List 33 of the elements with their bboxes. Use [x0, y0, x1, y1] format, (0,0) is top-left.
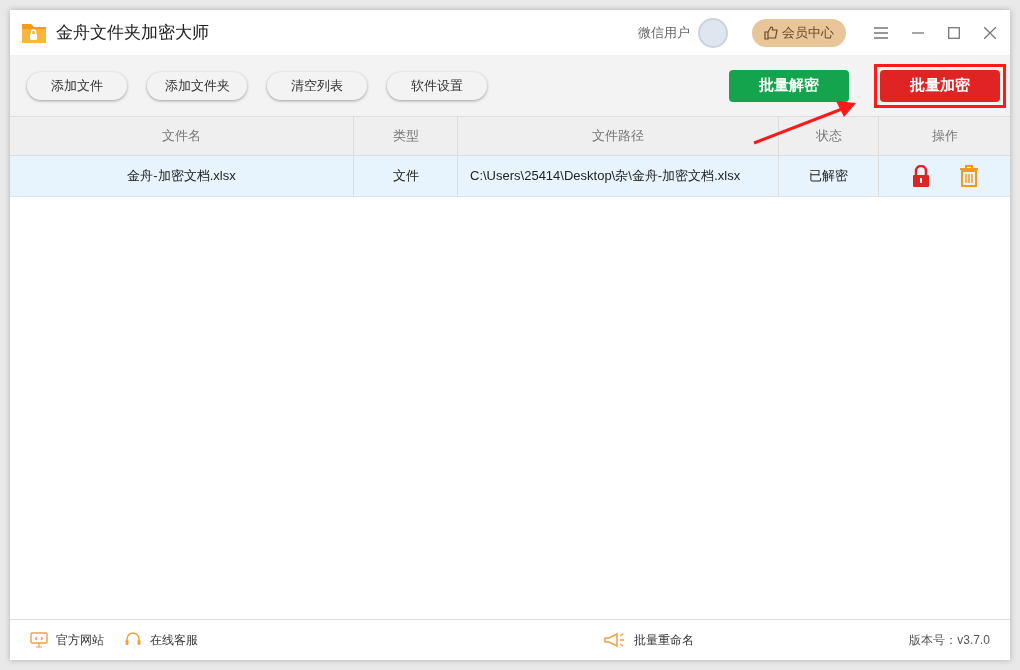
window-title: 金舟文件夹加密大师	[56, 21, 209, 44]
encrypt-button[interactable]: 批量加密	[880, 69, 1000, 102]
column-header: 文件路径	[458, 117, 779, 155]
menu-icon[interactable]	[874, 26, 888, 39]
minimize-icon[interactable]	[912, 31, 924, 34]
thumbs-up-icon	[764, 25, 778, 40]
toolbar-button[interactable]: 软件设置	[387, 71, 487, 100]
table-cell-text: C:\Users\25414\Desktop\杂\金舟-加密文档.xlsx	[470, 167, 741, 186]
monitor-icon	[30, 632, 48, 648]
trash-icon[interactable]	[959, 165, 978, 187]
headset-icon	[124, 632, 142, 648]
maximize-icon[interactable]	[948, 26, 960, 39]
file-row[interactable]: 金舟-加密文档.xlsx 文件 C:\Users\25414\Desktop\杂\金舟-加密文档.xlsx 已解密	[10, 156, 1010, 197]
column-header: 文件名	[10, 117, 354, 155]
version-label: 版本号：v3.7.0	[909, 632, 990, 649]
column-header: 状态	[779, 117, 879, 155]
batch-rename-link[interactable]: 批量重命名	[633, 631, 694, 649]
megaphone-icon	[603, 632, 626, 648]
table-cell-text: 已解密	[809, 167, 848, 186]
column-header: 类型	[354, 117, 458, 155]
column-header: 操作	[930, 127, 959, 146]
footer-link[interactable]: 官方网站	[56, 631, 104, 649]
table-cell-text: 文件	[392, 167, 419, 186]
toolbar-button[interactable]: 添加文件	[27, 71, 127, 100]
avatar[interactable]	[698, 17, 728, 48]
footer-link[interactable]: 在线客服	[150, 631, 198, 649]
vip-center-button[interactable]: 会员中心	[752, 18, 846, 47]
toolbar-button[interactable]: 添加文件夹	[147, 71, 247, 100]
lock-icon[interactable]	[911, 165, 930, 187]
toolbar-button[interactable]: 清空列表	[267, 71, 367, 100]
user-name: 微信用户	[638, 23, 690, 42]
table-cell-text: 金舟-加密文档.xlsx	[127, 167, 236, 186]
close-icon[interactable]	[984, 26, 996, 39]
